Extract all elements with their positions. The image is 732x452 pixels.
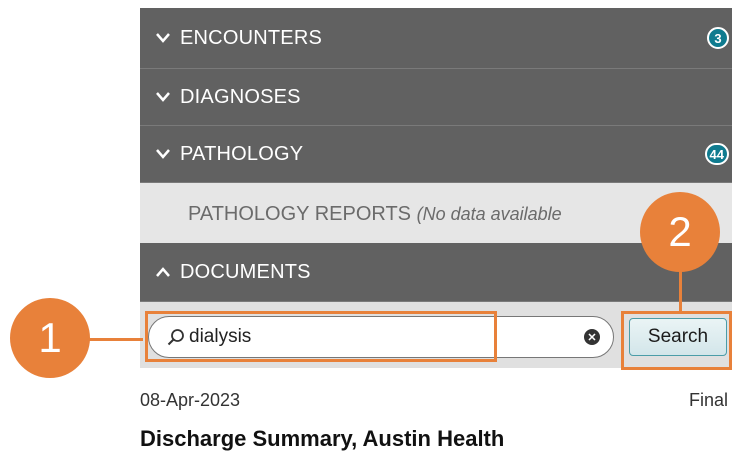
no-data-note: (No data available <box>416 204 562 224</box>
section-label: PATHOLOGY <box>180 143 304 165</box>
chevron-down-icon <box>156 149 170 159</box>
chevron-down-icon <box>156 33 170 43</box>
document-status: Final <box>688 390 728 410</box>
section-label: DIAGNOSES <box>180 86 301 108</box>
section-header-pathology[interactable]: PATHOLOGY 44 <box>140 126 732 183</box>
callout-connector-1 <box>88 338 143 341</box>
callout-marker-2: 2 <box>640 192 720 272</box>
callout-highlight-search-button <box>621 311 732 370</box>
section-label: ENCOUNTERS <box>180 27 323 49</box>
section-label: DOCUMENTS <box>180 261 311 283</box>
callout-marker-1: 1 <box>10 298 90 378</box>
document-date: 08-Apr-2023 <box>140 390 241 410</box>
count-badge: 3 <box>707 27 729 49</box>
section-header-diagnoses[interactable]: DIAGNOSES <box>140 69 732 126</box>
document-title[interactable]: Discharge Summary, Austin Health <box>140 426 504 452</box>
subsection-label: PATHOLOGY REPORTS <box>188 203 412 225</box>
clear-icon[interactable]: ✕ <box>584 329 600 345</box>
chevron-up-icon <box>156 267 170 277</box>
callout-highlight-search-input <box>145 311 497 362</box>
count-badge: 44 <box>704 143 729 165</box>
section-header-documents[interactable]: DOCUMENTS <box>140 243 732 302</box>
chevron-down-icon <box>156 92 170 102</box>
section-header-encounters[interactable]: ENCOUNTERS 3 <box>140 8 732 69</box>
